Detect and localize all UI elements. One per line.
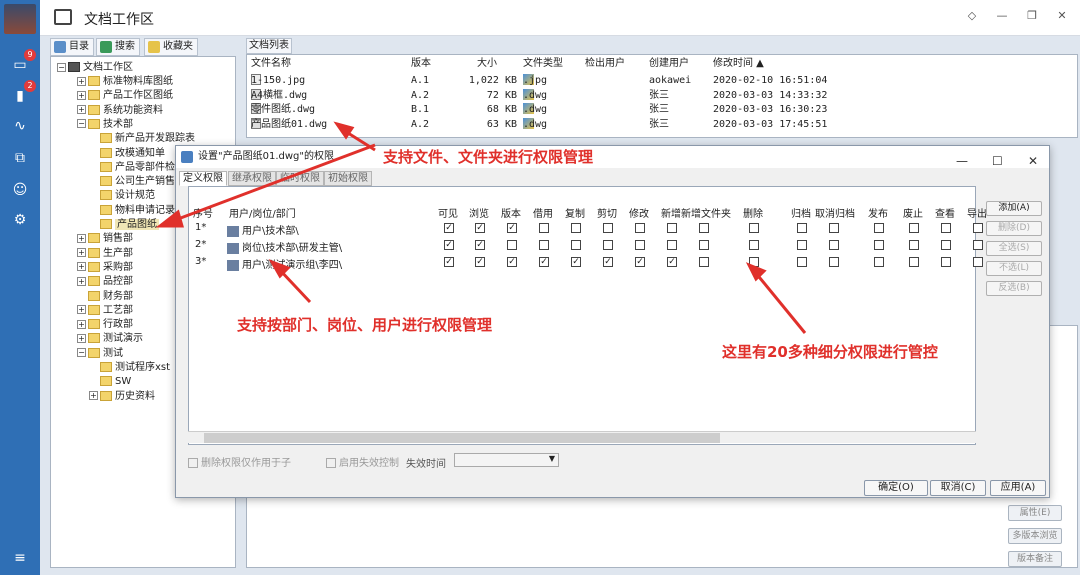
annotation-arrows: [155, 121, 807, 334]
